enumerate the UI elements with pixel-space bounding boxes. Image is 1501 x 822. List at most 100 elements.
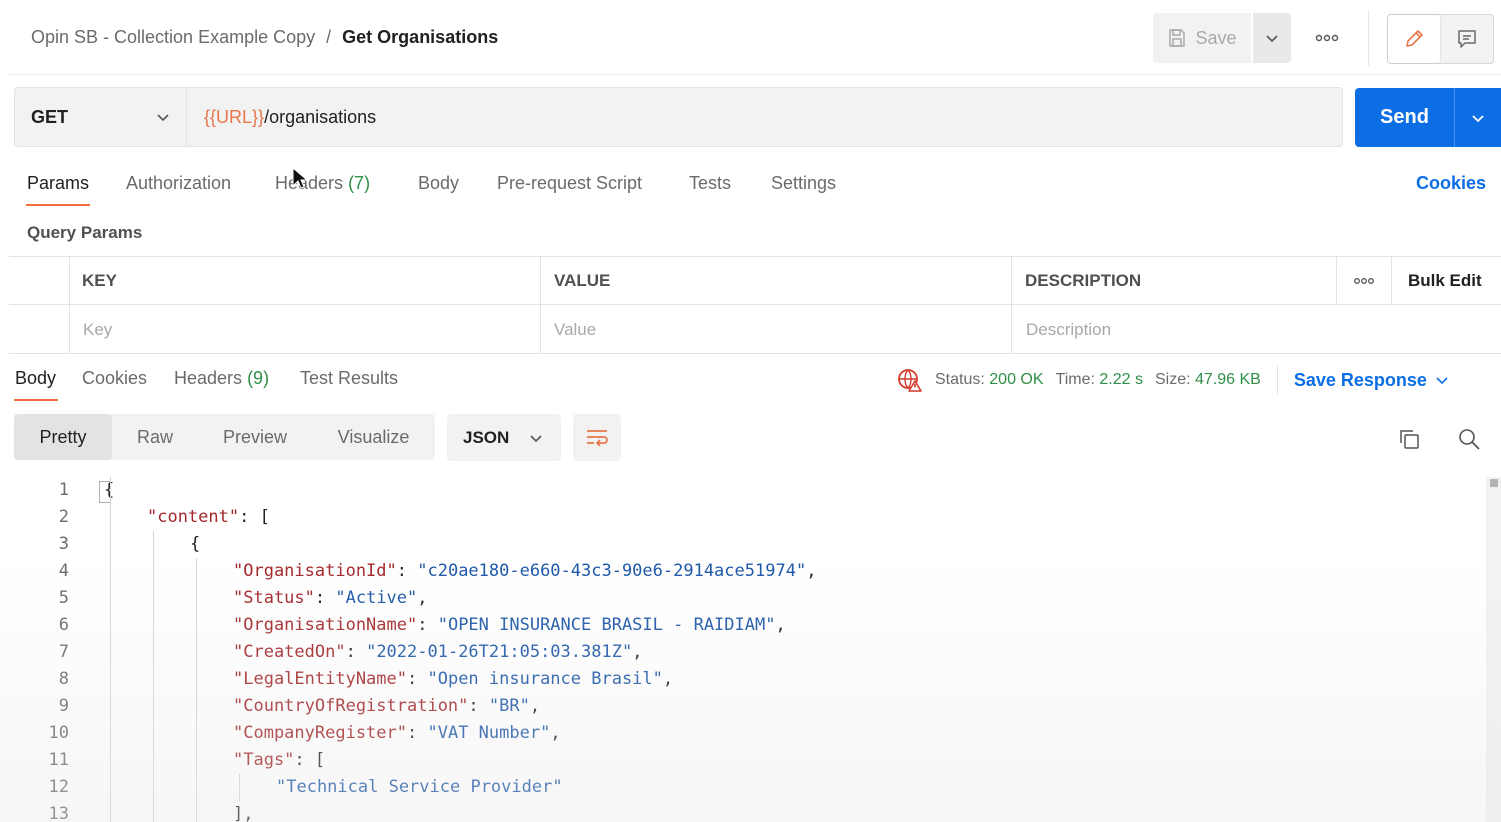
- url-bar: GET {{URL}}/organisations: [14, 87, 1343, 147]
- method-select[interactable]: GET: [15, 88, 187, 146]
- url-variable: {{URL}}: [204, 106, 265, 127]
- response-tab-cookies[interactable]: Cookies: [82, 368, 147, 389]
- line-number: 8: [58, 669, 69, 689]
- more-actions-button[interactable]: [1310, 27, 1344, 49]
- code-text: ],: [233, 801, 253, 822]
- chevron-down-icon: [1266, 35, 1278, 43]
- response-tab-headers[interactable]: Headers (9): [174, 368, 269, 389]
- save-response-button[interactable]: Save Response: [1294, 370, 1449, 391]
- tab-authorization[interactable]: Authorization: [126, 173, 231, 194]
- column-header-key: KEY: [82, 271, 117, 290]
- editor-scrollbar[interactable]: [1486, 477, 1501, 822]
- query-params-table: KEY VALUE DESCRIPTION Bulk Edit Key Valu…: [9, 256, 1501, 354]
- language-label: JSON: [463, 427, 510, 447]
- indent-guide: [110, 477, 111, 822]
- save-button[interactable]: Save: [1153, 13, 1251, 63]
- time-value: 2.22 s: [1099, 371, 1143, 388]
- code-line: 8 "LegalEntityName": "Open insurance Bras…: [9, 666, 1485, 693]
- status-text: Status: 200 OK: [935, 371, 1044, 388]
- breadcrumb-collection[interactable]: Opin SB - Collection Example Copy: [31, 27, 315, 47]
- code-line: 11 "Tags": [: [9, 747, 1485, 774]
- tab-settings[interactable]: Settings: [771, 173, 836, 194]
- line-number: 9: [58, 696, 69, 716]
- json-value: "VAT Number": [427, 723, 551, 743]
- editor-scrollbar-thumb[interactable]: [1490, 479, 1498, 487]
- search-button[interactable]: [1454, 424, 1484, 454]
- globe-warning-icon[interactable]: [897, 368, 923, 392]
- active-response-tab-indicator: [14, 399, 58, 401]
- json-key: "CountryOfRegistration": [233, 696, 469, 716]
- value-input[interactable]: Value: [554, 306, 596, 354]
- code-text: {: [190, 531, 200, 558]
- mouse-cursor-icon: [292, 167, 308, 189]
- language-select[interactable]: JSON: [447, 414, 561, 461]
- json-key: "OrganisationName": [233, 615, 418, 635]
- size-text: Size: 47.96 KB: [1154, 371, 1261, 388]
- code-text: "CreatedOn": "2022-01-26T21:05:03.381Z",: [233, 639, 642, 666]
- more-horizontal-icon: [1315, 34, 1339, 42]
- view-mode-pretty[interactable]: Pretty: [14, 414, 112, 460]
- code-line: 3{: [9, 531, 1485, 558]
- line-number: 2: [58, 507, 69, 527]
- url-input[interactable]: {{URL}}/organisations: [187, 88, 376, 146]
- json-punctuation: {: [190, 534, 201, 554]
- code-text: "Tags": [: [233, 747, 325, 774]
- documentation-button[interactable]: [1440, 15, 1493, 63]
- wrap-lines-button[interactable]: [573, 414, 621, 461]
- chevron-down-icon: [1472, 114, 1484, 122]
- code-line: 2 "content": [: [9, 504, 1485, 531]
- response-tab-test-results[interactable]: Test Results: [300, 368, 398, 389]
- edit-mode-button[interactable]: [1388, 15, 1440, 63]
- json-punctuation: ,: [550, 723, 561, 743]
- json-key: "CompanyRegister": [233, 723, 407, 743]
- status-divider: [1276, 366, 1278, 394]
- tab-body[interactable]: Body: [418, 173, 459, 194]
- indent-guide: [239, 774, 240, 801]
- column-options-button[interactable]: [1353, 257, 1375, 305]
- view-mode-preview[interactable]: Preview: [198, 414, 312, 460]
- code-text: "Technical Service Provider": [276, 774, 563, 801]
- key-input[interactable]: Key: [83, 306, 112, 354]
- send-button[interactable]: Send: [1355, 88, 1455, 147]
- code-text: "OrganisationId": "c20ae180-e660-43c3-90…: [233, 558, 816, 585]
- description-input[interactable]: Description: [1026, 306, 1111, 354]
- url-path: /organisations: [264, 106, 377, 127]
- code-line: 10 "CompanyRegister": "VAT Number",: [9, 720, 1485, 747]
- view-mode-visualize[interactable]: Visualize: [312, 414, 435, 460]
- save-label: Save: [1195, 27, 1237, 48]
- json-separator: :: [407, 669, 428, 689]
- status-value: 200 OK: [989, 371, 1044, 388]
- json-punctuation: [: [314, 750, 326, 770]
- code-line: 5 "Status": "Active",: [9, 585, 1485, 612]
- json-separator: :: [407, 723, 428, 743]
- indent-guide: [153, 531, 154, 822]
- method-label: GET: [31, 106, 69, 127]
- json-separator: :: [314, 588, 336, 608]
- line-number: 3: [58, 534, 69, 554]
- tab-tests[interactable]: Tests: [689, 173, 731, 194]
- tab-pre-request-script[interactable]: Pre-request Script: [497, 173, 642, 194]
- copy-icon: [1400, 430, 1419, 449]
- code-line: 12 "Technical Service Provider": [9, 774, 1485, 801]
- tab-headers[interactable]: Headers (7): [275, 173, 370, 194]
- response-body-editor[interactable]: 1{2"content": [3{4"OrganisationId": "c20…: [9, 477, 1485, 822]
- cookies-link[interactable]: Cookies: [1416, 173, 1486, 194]
- view-mode-raw[interactable]: Raw: [112, 414, 198, 460]
- header-divider: [1368, 10, 1369, 66]
- copy-button[interactable]: [1394, 424, 1424, 454]
- json-key: "LegalEntityName": [233, 669, 407, 689]
- chevron-down-icon: [157, 114, 169, 122]
- code-text: "Status": "Active",: [233, 585, 428, 612]
- tab-params[interactable]: Params: [27, 173, 89, 194]
- header-divider-line: [9, 74, 1501, 75]
- json-punctuation: [: [259, 507, 270, 527]
- request-title[interactable]: Get Organisations: [342, 27, 498, 47]
- json-separator: :: [468, 696, 489, 716]
- bulk-edit-button[interactable]: Bulk Edit: [1408, 257, 1482, 305]
- save-options-button[interactable]: [1253, 13, 1291, 63]
- pencil-icon: [1406, 30, 1423, 47]
- code-line: 7 "CreatedOn": "2022-01-26T21:05:03.381Z"…: [9, 639, 1485, 666]
- response-tab-body[interactable]: Body: [15, 368, 56, 389]
- line-number: 7: [58, 642, 69, 662]
- send-options-button[interactable]: [1455, 88, 1501, 147]
